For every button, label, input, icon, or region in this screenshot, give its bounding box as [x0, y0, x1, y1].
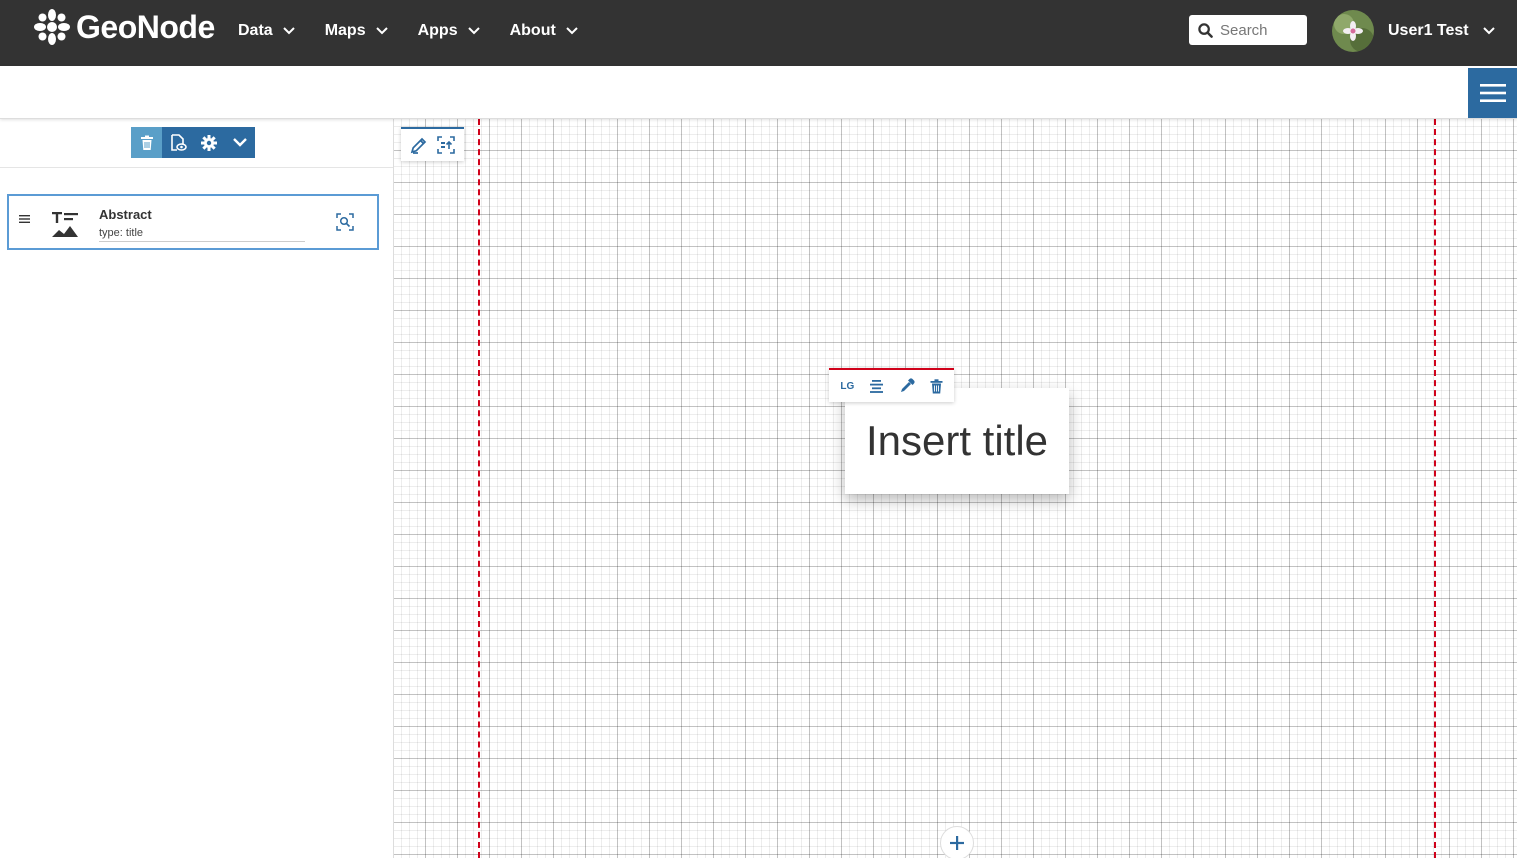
nav-apps-label: Apps [417, 22, 458, 39]
avatar [1332, 10, 1374, 52]
text-size-label: LG [840, 380, 855, 392]
editor-canvas[interactable]: LG Insert title [394, 119, 1517, 858]
settings-button[interactable] [193, 127, 224, 158]
align-center-icon [870, 379, 884, 393]
delete-element-button[interactable] [930, 378, 943, 394]
chevron-down-icon [1482, 27, 1495, 35]
main-menu: Data Maps Apps About [238, 0, 608, 62]
chevron-down-icon [375, 27, 388, 35]
left-margin-guide [478, 119, 480, 858]
nav-about-dropdown[interactable]: About [510, 22, 578, 40]
chevron-down-icon [467, 27, 480, 35]
hamburger-menu-button[interactable] [1468, 68, 1517, 118]
text-size-button[interactable]: LG [840, 381, 854, 392]
chevron-down-icon [566, 27, 578, 35]
fit-screen-button[interactable] [437, 136, 456, 154]
user-name: User1 Test [1388, 22, 1469, 39]
add-section-button[interactable] [940, 826, 974, 858]
eyedropper-icon [900, 378, 915, 392]
section-card-abstract[interactable]: Abstract type: title [7, 194, 379, 250]
section-title: Abstract [99, 207, 152, 222]
drag-handle-icon[interactable] [19, 214, 30, 224]
sections-sidebar: Abstract type: title [0, 119, 394, 858]
text-align-button[interactable] [869, 379, 884, 394]
canvas-toolbar [401, 127, 464, 161]
preview-icon [170, 133, 187, 151]
nav-maps-label: Maps [324, 22, 366, 39]
element-toolbar: LG [829, 368, 954, 402]
nav-about-label: About [509, 22, 556, 39]
delete-section-button[interactable] [131, 127, 162, 158]
section-underline [99, 241, 305, 242]
nav-maps-dropdown[interactable]: Maps [325, 22, 388, 40]
chevron-down-icon [232, 138, 247, 147]
menu-icon [1479, 84, 1506, 102]
edit-button[interactable] [410, 136, 428, 154]
search-icon [1198, 22, 1213, 38]
nav-data-label: Data [238, 22, 273, 39]
sidebar-toolbar [131, 127, 255, 158]
expand-button[interactable] [224, 127, 255, 158]
geonode-logo[interactable]: GeoNode [32, 7, 215, 47]
chevron-down-icon [282, 27, 295, 35]
secondary-toolbar [0, 66, 1517, 119]
brand-name: GeoNode [76, 8, 215, 45]
title-section-icon [52, 212, 78, 237]
title-element[interactable]: Insert title [845, 388, 1069, 494]
gear-icon [200, 134, 217, 151]
preview-button[interactable] [162, 127, 193, 158]
top-navbar: GeoNode Data Maps Apps About Search User… [0, 0, 1517, 66]
user-menu[interactable]: User1 Test [1332, 10, 1495, 52]
nav-data-dropdown[interactable]: Data [238, 22, 295, 40]
plus-icon [950, 836, 964, 850]
fit-screen-icon [437, 136, 456, 154]
geonode-logo-icon [34, 9, 70, 45]
zoom-to-section-icon[interactable] [336, 213, 354, 231]
trash-icon [140, 135, 153, 150]
pencil-icon [410, 137, 426, 154]
nav-apps-dropdown[interactable]: Apps [418, 22, 480, 40]
title-placeholder[interactable]: Insert title [866, 417, 1048, 465]
sidebar-divider [0, 167, 393, 168]
section-type: type: title [99, 227, 144, 239]
search-box [1189, 15, 1307, 45]
right-margin-guide [1434, 119, 1436, 858]
search-input[interactable] [1220, 21, 1300, 39]
trash-icon [930, 378, 943, 393]
color-picker-button[interactable] [899, 378, 915, 394]
